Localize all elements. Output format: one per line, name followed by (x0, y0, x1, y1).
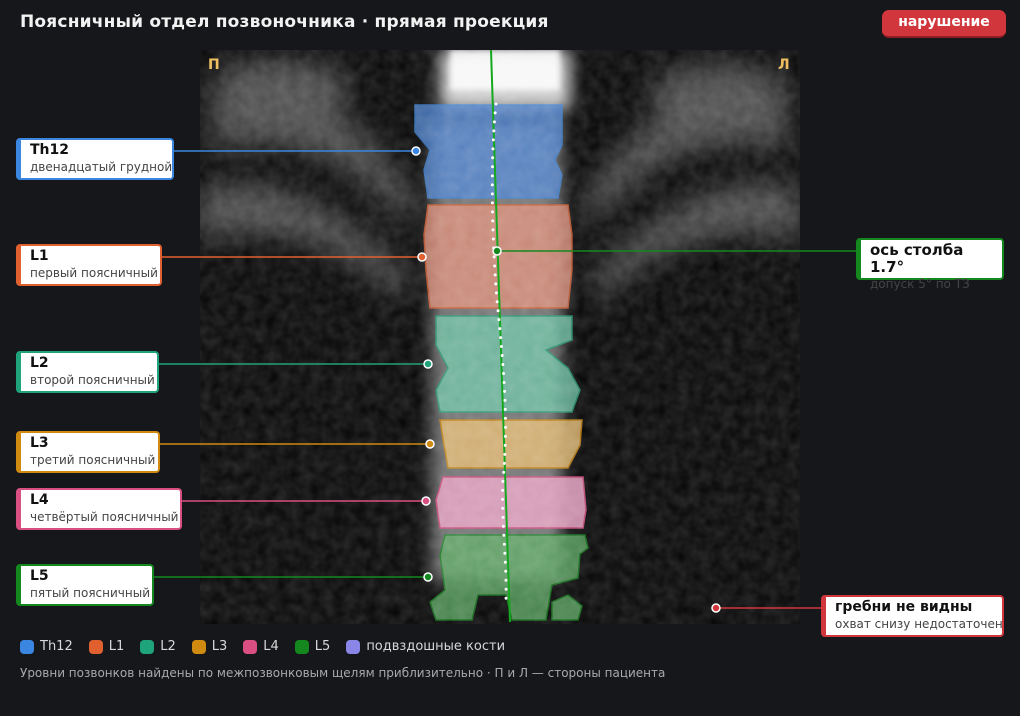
callout-l1-name: первый поясничный (30, 266, 158, 280)
axis-angle-title: ось столба 1.7° (870, 241, 964, 276)
callout-th12-name: двенадцатый грудной (30, 160, 173, 174)
callout-l5-name: пятый поясничный (30, 586, 150, 600)
spine-axis-line (490, 49, 511, 623)
legend-label: L5 (314, 639, 331, 654)
callout-l1[interactable]: L1 первый поясничный (16, 244, 162, 286)
callout-l2-name: второй поясничный (30, 373, 155, 387)
axis-angle-callout[interactable]: ось столба 1.7° допуск 5° по ТЗ (856, 238, 1004, 291)
marker-l2 (423, 359, 433, 369)
marker-l1 (417, 252, 427, 262)
anchor-markers (411, 146, 721, 613)
marker-axis (492, 246, 502, 256)
marker-warning (711, 603, 721, 613)
callout-l5[interactable]: L5 пятый поясничный (16, 564, 154, 606)
callout-th12-code: Th12 (30, 142, 69, 158)
legend-item-l5[interactable]: L5 (294, 639, 331, 654)
legend-swatch (243, 639, 258, 654)
legend-item-l2[interactable]: L2 (140, 639, 176, 654)
legend-item-th12[interactable]: Th12 (20, 639, 73, 654)
legend-swatch (294, 639, 309, 654)
marker-th12 (411, 146, 421, 156)
legend-label: L4 (263, 639, 279, 654)
legend-item-l3[interactable]: L3 (191, 639, 228, 654)
warning-subtitle: охват снизу недостаточен (835, 617, 1003, 631)
legend-label: L3 (211, 639, 228, 654)
legend-item-l1[interactable]: L1 (88, 639, 125, 654)
legend-swatch (140, 639, 155, 654)
callout-l3[interactable]: L3 третий поясничный (16, 431, 160, 473)
warning-callout[interactable]: гребни не видны охват снизу недостаточен (821, 595, 1004, 637)
legend-swatch (20, 639, 34, 654)
axis-angle-subtitle: допуск 5° по ТЗ (870, 277, 970, 291)
legend-label: L2 (160, 639, 176, 654)
callout-l2-code: L2 (30, 355, 49, 371)
callout-l4[interactable]: L4 четвёртый поясничный (16, 488, 182, 530)
callout-l4-code: L4 (30, 492, 49, 508)
marker-l5 (423, 572, 433, 582)
footnote: Уровни позвонков найдены по межпозвонков… (20, 666, 666, 680)
callout-th12[interactable]: Th12 двенадцатый грудной (16, 138, 174, 180)
callout-l3-code: L3 (30, 435, 49, 451)
callout-l1-code: L1 (30, 248, 49, 264)
callout-l3-name: третий поясничный (30, 453, 156, 467)
legend-label: L1 (108, 639, 125, 654)
legend-item-l4[interactable]: L4 (243, 639, 279, 654)
callout-l5-code: L5 (30, 568, 49, 584)
legend-label: Th12 (40, 639, 73, 654)
marker-l3 (425, 439, 435, 449)
legend-item-iliac[interactable]: подвздошные кости (346, 639, 505, 654)
legend-label: подвздошные кости (366, 639, 506, 654)
warning-title: гребни не видны (835, 599, 973, 615)
legend-swatch (346, 639, 361, 654)
legend: Th12 L1 L2 L3 L4 L5 подвздошные кости (20, 639, 505, 654)
marker-l4 (421, 496, 431, 506)
callout-l4-name: четвёртый поясничный (30, 510, 179, 524)
legend-swatch (191, 639, 206, 654)
leader-lines (154, 150, 856, 609)
callout-l2[interactable]: L2 второй поясничный (16, 351, 159, 393)
legend-swatch (88, 639, 103, 654)
side-label-left: Л (778, 57, 790, 73)
side-label-right: П (208, 57, 220, 73)
